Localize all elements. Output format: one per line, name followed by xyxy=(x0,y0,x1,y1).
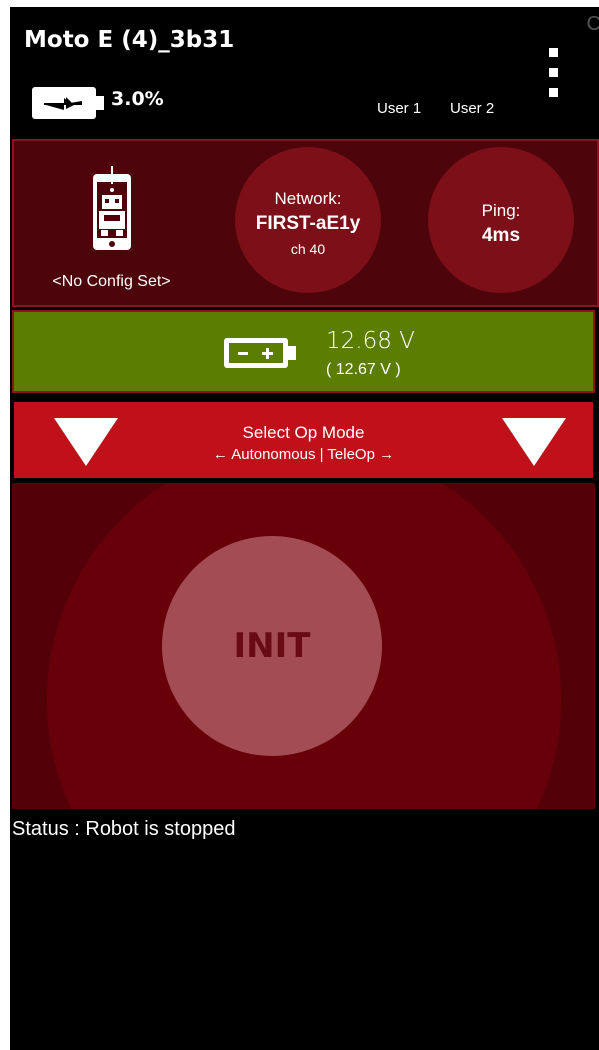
ping-indicator: Ping: 4ms xyxy=(428,147,574,293)
corner-char: C xyxy=(586,13,599,35)
robot-info-panel: <No Config Set> Network: FIRST-aE1y ch 4… xyxy=(12,139,599,307)
robot-status-text: Status : Robot is stopped xyxy=(12,818,236,840)
battery-voltage: 12.68 V xyxy=(326,328,415,354)
user1-label[interactable]: User 1 xyxy=(377,100,421,117)
phone-battery-percent: 3.0% xyxy=(111,88,164,110)
battery-voltage-min: ( 12.67 V ) xyxy=(326,361,401,378)
network-channel: ch 40 xyxy=(290,241,326,257)
ping-value: 4ms xyxy=(481,225,521,246)
phone-battery-icon xyxy=(30,85,106,126)
opmode-selector: Select Op Mode ← Autonomous | TeleOp → xyxy=(12,400,595,480)
network-name: FIRST-aE1y xyxy=(255,213,361,234)
network-indicator: Network: FIRST-aE1y ch 40 xyxy=(235,147,381,293)
overflow-menu-icon[interactable] xyxy=(549,48,561,97)
driver-station-screen: Moto E (4)_3b31 C 3.0% User 1 User 2 <No… xyxy=(10,7,599,1050)
robot-controller-icon xyxy=(91,166,133,257)
teleop-dropdown-icon[interactable] xyxy=(502,418,566,466)
init-area: INIT xyxy=(12,483,595,809)
network-label: Network: xyxy=(274,189,342,208)
robot-battery-bar: 12.68 V ( 12.67 V ) xyxy=(12,310,595,393)
ping-label: Ping: xyxy=(481,201,521,220)
device-name: Moto E (4)_3b31 xyxy=(24,27,235,53)
user2-label[interactable]: User 2 xyxy=(450,100,494,117)
robot-battery-icon xyxy=(222,336,300,375)
init-button[interactable]: INIT xyxy=(162,536,382,756)
config-status[interactable]: <No Config Set> xyxy=(14,273,209,291)
